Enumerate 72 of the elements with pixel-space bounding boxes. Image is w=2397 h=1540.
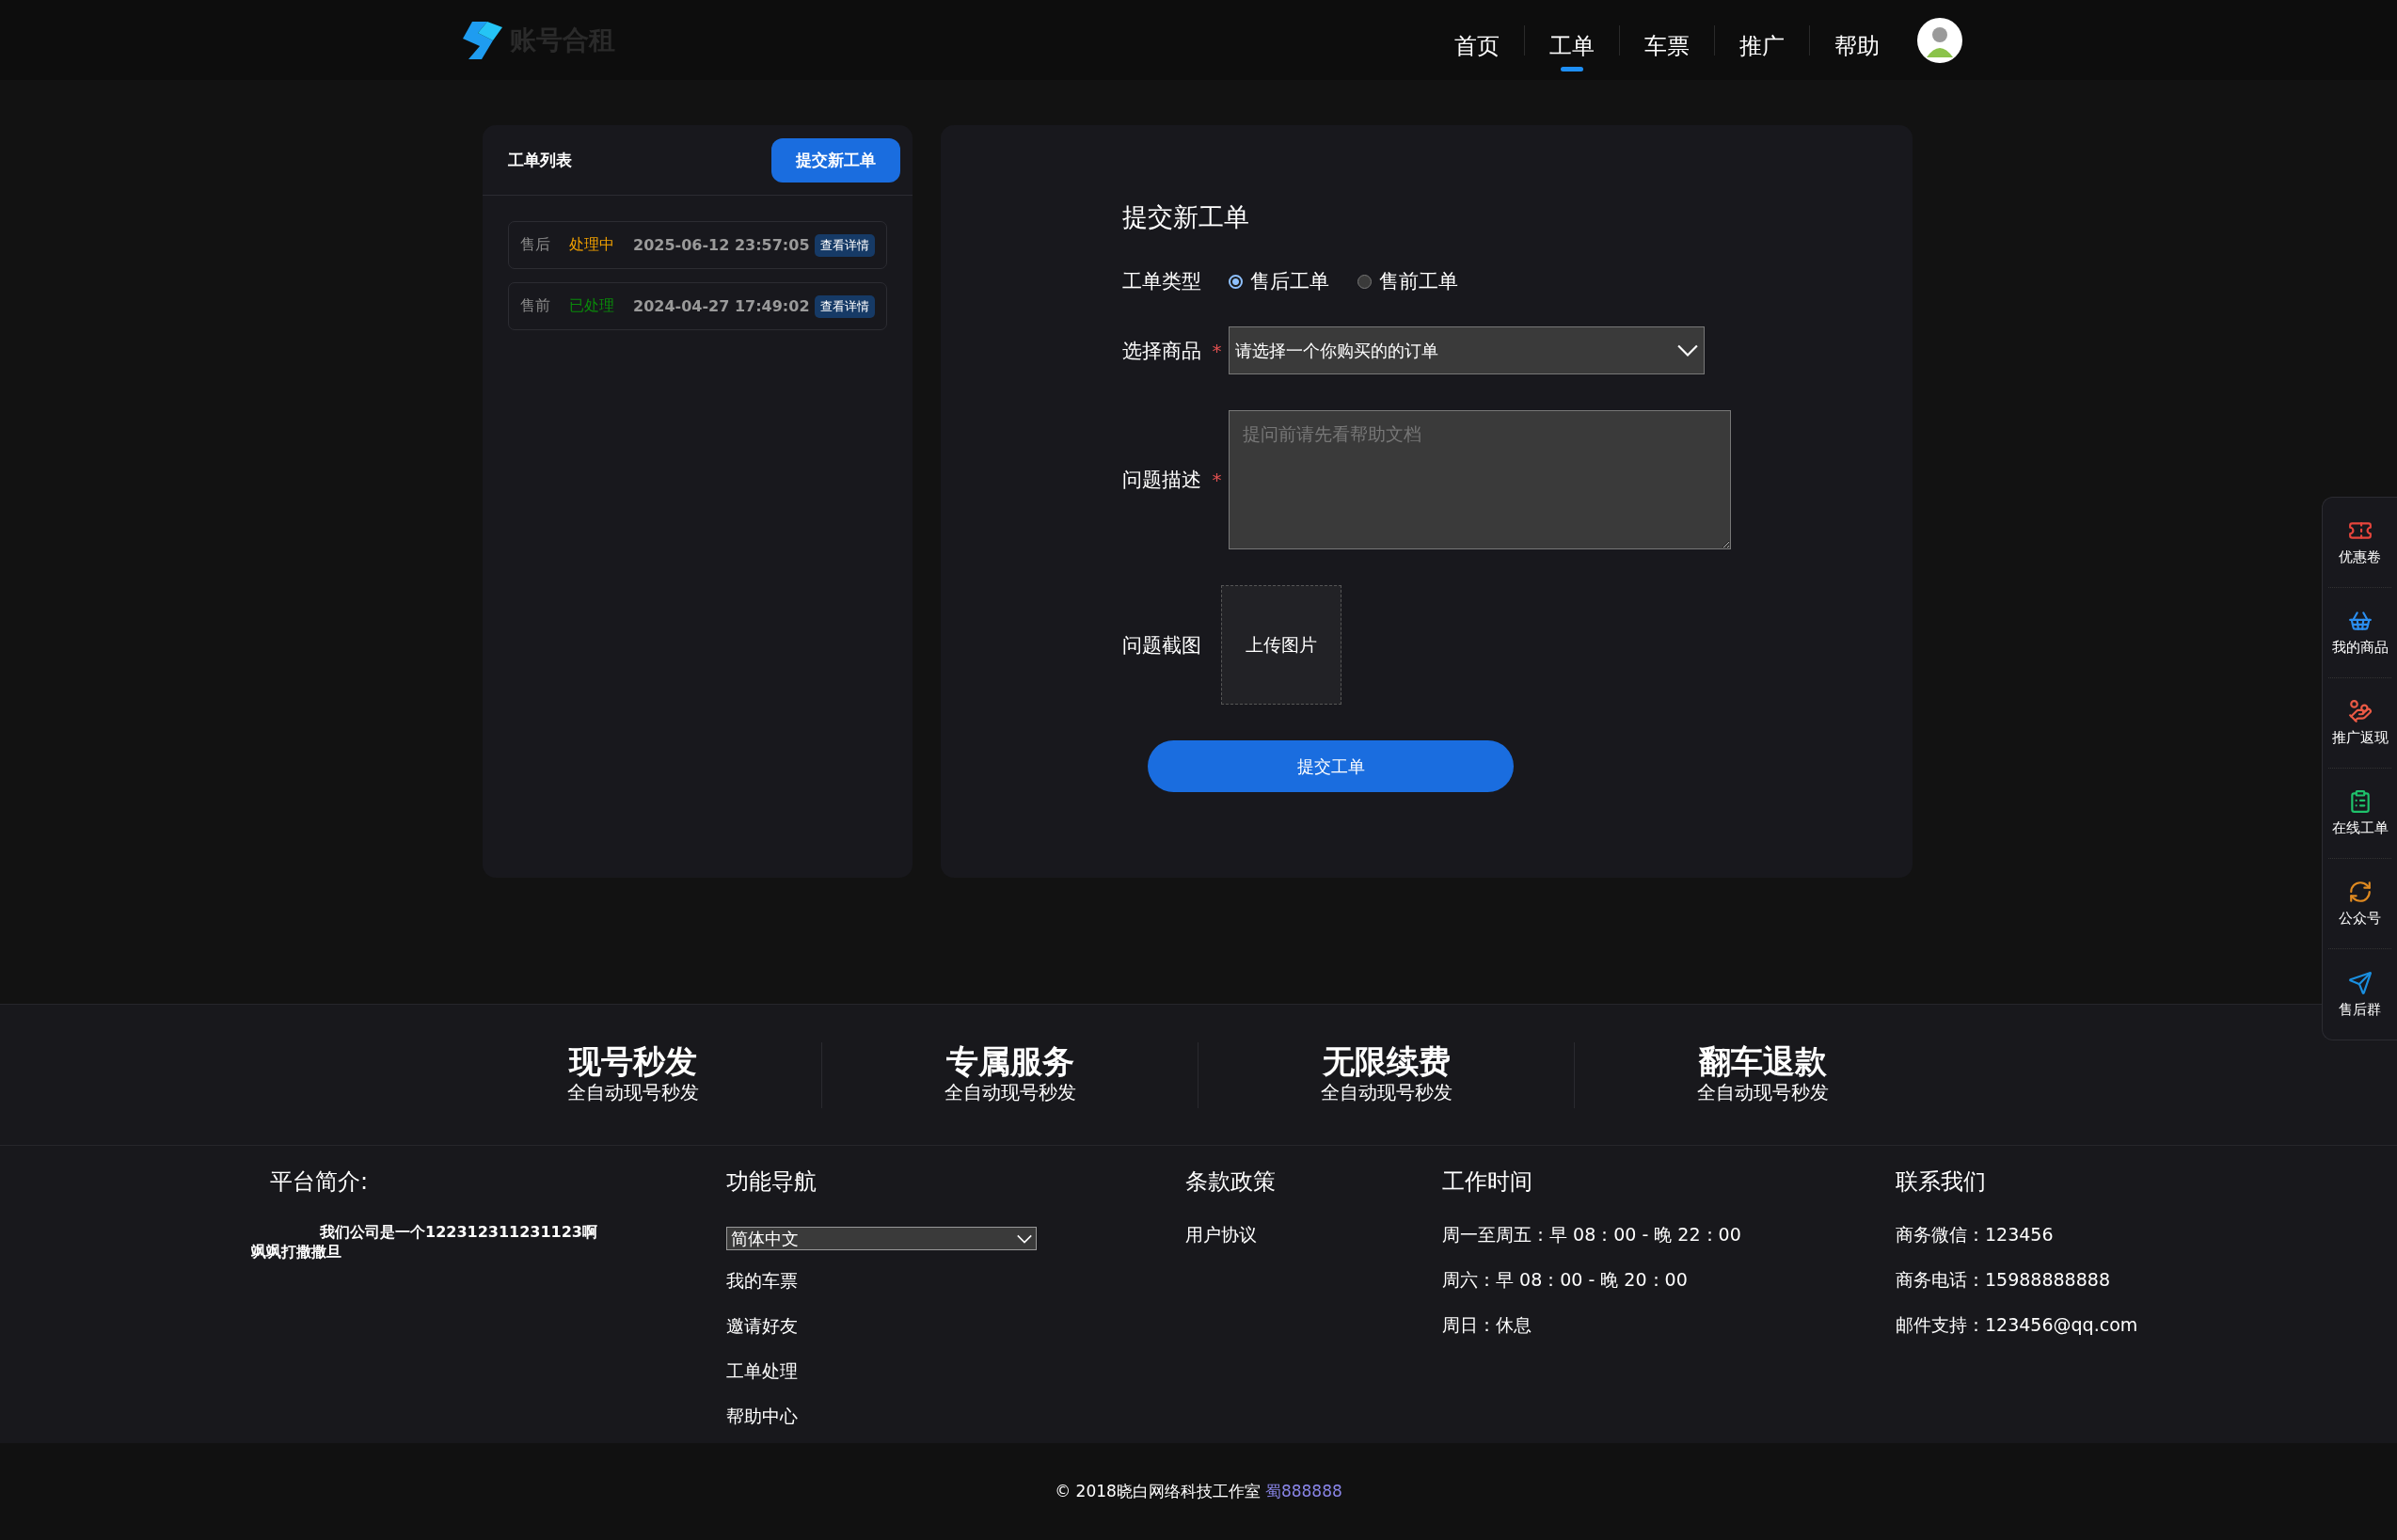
footer-heading: 条款政策 (1185, 1167, 1277, 1197)
feature-title: 翻车退款 (1698, 1044, 1827, 1080)
dock-item[interactable]: 在线工单 (2328, 769, 2391, 859)
field-label: 问题截图 (1122, 632, 1202, 659)
field-label: 选择商品 (1122, 338, 1202, 364)
ticket-type: 售后 (520, 235, 551, 255)
coins-icon (2347, 699, 2373, 723)
chevron-icon (1677, 344, 1698, 357)
radio-button[interactable] (1357, 274, 1372, 289)
radio-option[interactable]: 售前工单 (1357, 268, 1458, 294)
upload-button[interactable]: 上传图片 (1221, 585, 1341, 705)
description-field[interactable]: 提问前请先看帮助文档 (1229, 410, 1731, 549)
details-button[interactable]: 查看详情 (815, 294, 875, 318)
feature-subtitle: 全自动现号秒发 (944, 1079, 1076, 1105)
dock-item[interactable]: 售后群 (2328, 949, 2391, 1040)
details-button[interactable]: 查看详情 (815, 233, 875, 257)
footer-heading: 工作时间 (1442, 1167, 1533, 1197)
dock-item[interactable]: 公众号 (2328, 859, 2391, 949)
nav-link[interactable]: 帮助 (1810, 8, 1904, 71)
radio-option[interactable]: 售后工单 (1229, 268, 1329, 294)
footer-link[interactable]: 帮助中心 (726, 1405, 1185, 1429)
feature-subtitle: 全自动现号秒发 (567, 1079, 699, 1105)
ticket-status: 已处理 (569, 296, 615, 316)
language-select[interactable]: 简体中文 (726, 1227, 1037, 1250)
footer-heading: 联系我们 (1896, 1167, 1987, 1197)
required-mark: * (1211, 339, 1223, 362)
hours-text: 周一至周五：早 08：00 - 晚 22：00 (1442, 1223, 1742, 1246)
about-text: 飒飒打撒撒旦 (251, 1243, 342, 1262)
dock-item[interactable]: 我的商品 (2328, 588, 2391, 678)
product-select[interactable]: 请选择一个你购买的的订单 (1229, 326, 1705, 374)
refresh-icon (2347, 880, 2373, 904)
chevron-icon (1017, 1233, 1032, 1244)
feature-subtitle: 全自动现号秒发 (1696, 1079, 1829, 1105)
field-label: 问题描述 (1122, 468, 1202, 493)
footer-link[interactable]: 用户协议 (1185, 1223, 1442, 1247)
avatar[interactable] (1917, 17, 1962, 63)
contact-text: 商务电话：15988888888 (1896, 1268, 2111, 1292)
feature-title: 无限续费 (1322, 1044, 1451, 1080)
feature-title: 专属服务 (945, 1044, 1074, 1080)
about-text: 我们公司是一个122312311231123啊 (319, 1223, 598, 1243)
field-label: 工单类型 (1122, 269, 1202, 294)
ticket-status: 处理中 (569, 235, 615, 255)
contact-text: 商务微信：123456 (1896, 1223, 2055, 1246)
footer-heading: 功能导航 (726, 1167, 818, 1197)
radio-button[interactable] (1229, 274, 1243, 289)
form-title: 提交新工单 (1122, 201, 1250, 233)
nav-link[interactable]: 首页 (1430, 8, 1524, 71)
footer-link[interactable]: 邀请好友 (726, 1314, 1185, 1339)
feature-subtitle: 全自动现号秒发 (1320, 1079, 1452, 1105)
copyright-text: © 2018晓白网络科技工作室 (1055, 1481, 1261, 1502)
feature-title: 现号秒发 (569, 1044, 697, 1080)
footer-link[interactable]: 工单处理 (726, 1359, 1185, 1384)
footer-heading: 平台简介: (270, 1167, 370, 1197)
contact-text: 邮件支持：123456@qq.com (1896, 1313, 2139, 1337)
dock-item[interactable]: 优惠卷 (2328, 498, 2391, 588)
new-ticket-button[interactable]: 提交新工单 (771, 137, 900, 183)
basket-icon (2347, 609, 2373, 633)
nav-link[interactable]: 工单 (1525, 8, 1619, 71)
license-link[interactable]: 蜀888888 (1264, 1481, 1342, 1502)
ticket-time: 2024-04-27 17:49:02 (633, 297, 811, 315)
dock-item[interactable]: 推广返现 (2328, 678, 2391, 769)
required-mark: * (1211, 468, 1223, 491)
hours-text: 周日：休息 (1442, 1313, 1532, 1337)
footer-link[interactable]: 我的车票 (726, 1269, 1185, 1294)
nav-link[interactable]: 车票 (1620, 8, 1714, 71)
paper-plane-icon (2347, 970, 2373, 995)
ticket-type: 售前 (520, 296, 551, 316)
hours-text: 周六：早 08：00 - 晚 20：00 (1442, 1268, 1689, 1292)
nav-link[interactable]: 推广 (1715, 8, 1809, 71)
submit-button[interactable]: 提交工单 (1148, 740, 1514, 792)
ticket-time: 2025-06-12 23:57:05 (633, 236, 811, 254)
panel-title: 工单列表 (508, 149, 572, 171)
